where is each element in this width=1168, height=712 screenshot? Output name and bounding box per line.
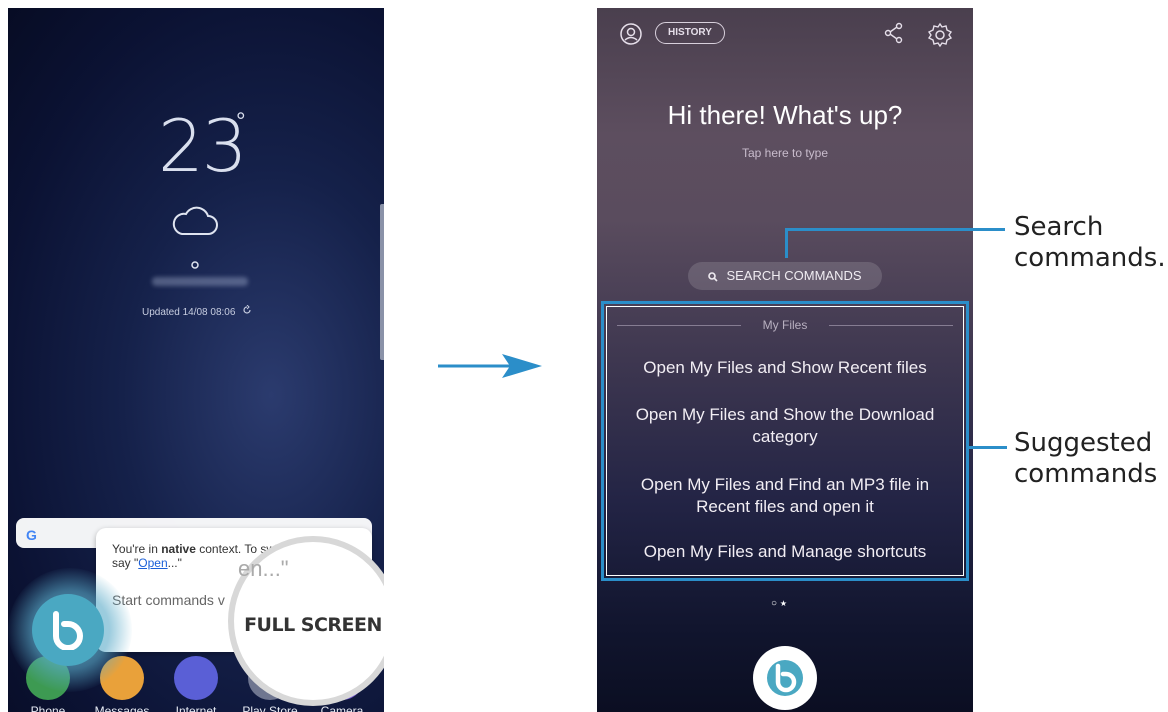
suggested-callout-line: [969, 446, 1007, 449]
history-button[interactable]: HISTORY: [655, 22, 725, 44]
updated-text: Updated 14/08 08:06: [142, 307, 236, 318]
bixby-icon: [53, 611, 83, 650]
temperature: 23: [158, 104, 248, 188]
open-link[interactable]: Open: [138, 556, 167, 570]
location-pin-icon: [191, 261, 199, 269]
say-prefix: say ": [112, 556, 139, 570]
side-key: [380, 204, 384, 360]
search-commands-callout: Search commands.: [1014, 212, 1166, 273]
start-commands-prompt: Start commands v: [112, 592, 225, 608]
dock-label: Play Store: [242, 704, 298, 712]
tap-to-type-hint[interactable]: Tap here to type: [597, 146, 973, 160]
internet-icon: [174, 656, 218, 700]
search-callout-line: [785, 228, 788, 258]
suggested-commands-callout: Suggested commands: [1014, 428, 1158, 489]
search-commands-label: SEARCH COMMANDS: [726, 268, 862, 283]
magnifier-listening: en...": [238, 556, 289, 581]
context-prefix: You're in: [112, 542, 162, 556]
arrow-right-icon: [438, 354, 542, 378]
greeting[interactable]: Hi there! What's up?: [597, 100, 973, 131]
left-phone-screen: 23 ° Updated 14/08 08:06 G You're in nat…: [8, 8, 384, 712]
bixby-icon: [767, 660, 803, 696]
degree-symbol: °: [236, 108, 246, 135]
bixby-button[interactable]: [753, 646, 817, 710]
refresh-icon[interactable]: [242, 304, 252, 318]
say-suffix: ...": [167, 556, 182, 570]
dock-label: Messages: [94, 704, 150, 712]
context-bold: native: [161, 542, 196, 556]
location-name-blurred: [152, 277, 248, 286]
weather-updated: Updated 14/08 08:06: [142, 304, 252, 318]
page-indicator: ○ ★: [771, 598, 787, 609]
gear-icon[interactable]: [927, 22, 953, 48]
share-icon[interactable]: [883, 22, 905, 44]
dock-label: Phone: [30, 704, 66, 712]
google-logo: G: [26, 527, 37, 543]
dock-internet[interactable]: Internet: [166, 656, 226, 712]
bixby-button[interactable]: [32, 594, 104, 666]
profile-icon[interactable]: [619, 22, 643, 46]
full-screen-magnifier[interactable]: en..." FULL SCREEN: [228, 536, 384, 706]
search-callout-line: [785, 228, 1005, 231]
search-icon: [708, 271, 719, 282]
full-screen-label: FULL SCREEN: [244, 614, 382, 636]
cloud-icon: [172, 206, 218, 235]
dock-label: Internet: [175, 704, 217, 712]
search-commands-button[interactable]: SEARCH COMMANDS: [688, 262, 882, 290]
suggested-commands-highlight: [601, 301, 969, 581]
